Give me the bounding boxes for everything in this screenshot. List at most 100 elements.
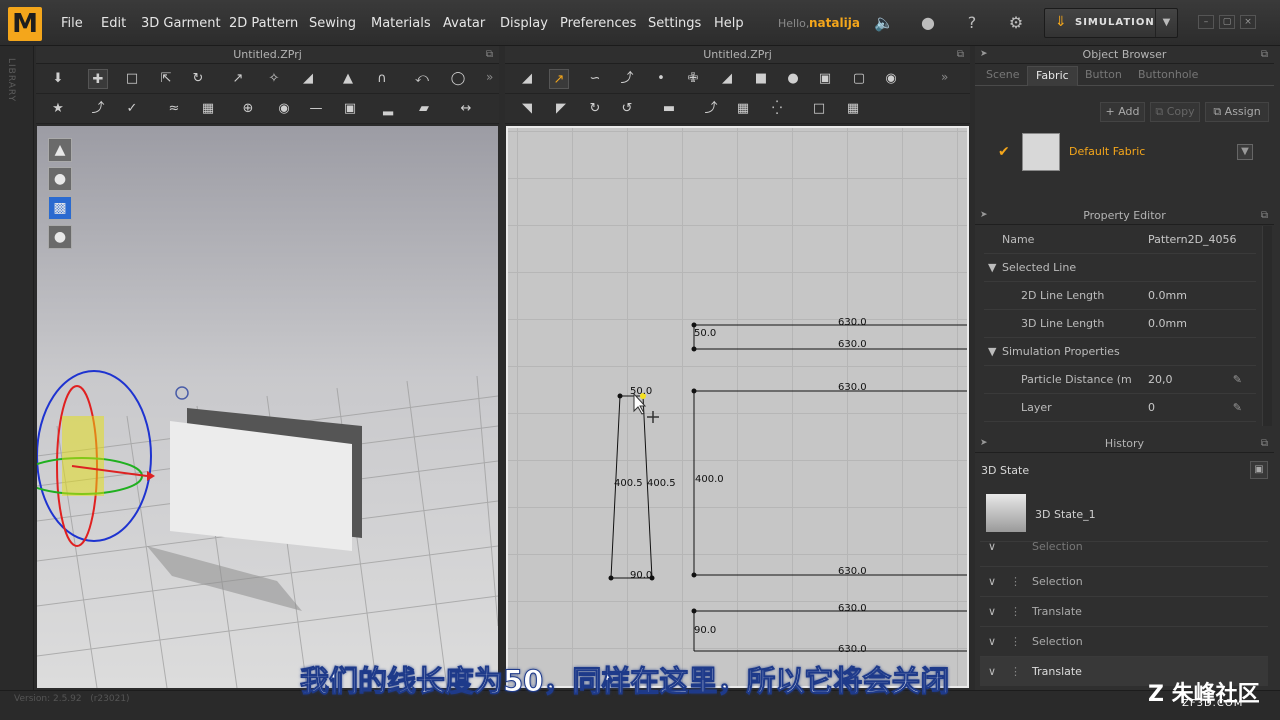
assign-button[interactable]: ⧉ Assign: [1205, 102, 1269, 122]
plane-icon[interactable]: ▰: [414, 99, 434, 119]
library-strip[interactable]: [0, 46, 34, 690]
circle-icon[interactable]: ●: [783, 69, 803, 89]
shirt-icon[interactable]: ▲: [338, 69, 358, 89]
history-row[interactable]: ∨ ⋮ Selection: [980, 566, 1268, 596]
dart-icon[interactable]: ◥: [517, 99, 537, 119]
add-button[interactable]: + Add: [1100, 102, 1145, 122]
dock-arrow-icon[interactable]: ➤: [980, 435, 988, 452]
flatten-icon[interactable]: ▂: [378, 99, 398, 119]
fabric-name[interactable]: Default Fabric: [1069, 145, 1145, 158]
history-row-partial[interactable]: ∨ Selection: [980, 541, 1268, 555]
prop-value[interactable]: 20,0: [1148, 366, 1173, 394]
help-icon[interactable]: ?: [962, 13, 982, 33]
history-camera-icon[interactable]: ▣: [1250, 461, 1268, 479]
user-icon[interactable]: ●: [918, 13, 938, 33]
tab-button[interactable]: Button: [1077, 66, 1130, 86]
tab-scene[interactable]: Scene: [978, 66, 1028, 86]
avatar-pose-icon[interactable]: ★: [48, 99, 68, 119]
tack-icon[interactable]: ✓: [122, 99, 142, 119]
menu-settings[interactable]: Settings: [648, 16, 701, 31]
menu-display[interactable]: Display: [500, 16, 548, 31]
segment-sewing-icon[interactable]: ↻: [585, 99, 605, 119]
chevron-down-icon[interactable]: ▼: [1155, 9, 1177, 37]
history-state-item[interactable]: 3D State_1: [1035, 508, 1096, 521]
menu-preferences[interactable]: Preferences: [560, 16, 636, 31]
section-toggle-icon[interactable]: ▼: [988, 338, 996, 366]
menu-file[interactable]: File: [61, 16, 83, 31]
fabric-display-icon[interactable]: ▩: [48, 196, 72, 220]
garment-display-icon[interactable]: ▲: [48, 138, 72, 162]
history-row[interactable]: ∨ ⋮ Selection: [980, 626, 1268, 656]
prop-value[interactable]: 0: [1148, 394, 1155, 422]
internal-polygon-icon[interactable]: ▣: [815, 69, 835, 89]
pin-tool-icon[interactable]: ⤴: [88, 99, 108, 119]
garment-icon[interactable]: ◢: [298, 69, 318, 89]
menu-avatar[interactable]: Avatar: [443, 16, 485, 31]
gizmo-plane[interactable]: [62, 416, 104, 496]
pin-icon[interactable]: ⧉: [1261, 46, 1268, 63]
pants-icon[interactable]: ∩: [372, 69, 392, 89]
edit-line-icon[interactable]: ↗: [549, 69, 569, 89]
menu-edit[interactable]: Edit: [101, 16, 126, 31]
line-tool-icon[interactable]: ↗: [228, 69, 248, 89]
steam-icon[interactable]: ≈: [164, 99, 184, 119]
button-icon[interactable]: ⊕: [238, 99, 258, 119]
more-icon[interactable]: »: [486, 70, 493, 84]
section-simulation-properties[interactable]: ▼ Simulation Properties: [984, 338, 1256, 366]
trace-icon[interactable]: ▬: [659, 99, 679, 119]
copy-button[interactable]: ⧉ Copy: [1150, 102, 1200, 122]
dock-arrow-icon[interactable]: ➤: [980, 46, 988, 63]
select-all-icon[interactable]: ▦: [843, 99, 863, 119]
avatar-hide-icon[interactable]: ●: [48, 225, 72, 249]
close-button[interactable]: ×: [1240, 15, 1256, 29]
internal-circle-icon[interactable]: ◉: [881, 69, 901, 89]
prop-value[interactable]: Pattern2D_4056: [1148, 226, 1237, 254]
fabric-menu-icon[interactable]: ▼: [1237, 144, 1253, 160]
menu-help[interactable]: Help: [714, 16, 744, 31]
username[interactable]: natalija: [809, 16, 860, 30]
transform-pattern-icon[interactable]: ◢: [517, 69, 537, 89]
pin-icon[interactable]: ⧉: [486, 46, 493, 63]
dock-arrow-icon[interactable]: ➤: [980, 207, 988, 224]
section-selected-line[interactable]: ▼ Selected Line: [984, 254, 1256, 282]
transform-icon[interactable]: ⇱: [156, 69, 176, 89]
viewport-2d[interactable]: 630.0 50.0 630.0 630.0 400.0 630.0 630.0…: [506, 126, 969, 688]
select-move-icon[interactable]: ✚: [88, 69, 108, 89]
arrange-icon[interactable]: ↔: [456, 99, 476, 119]
prop-value[interactable]: 0.0mm: [1148, 282, 1187, 310]
avatar-display-icon[interactable]: ●: [48, 167, 72, 191]
menu-sewing[interactable]: Sewing: [309, 16, 356, 31]
edit-icon[interactable]: ✎: [1233, 366, 1242, 394]
texture-icon[interactable]: ▦: [733, 99, 753, 119]
layer-icon[interactable]: ▣: [340, 99, 360, 119]
internal-rect-icon[interactable]: ▢: [849, 69, 869, 89]
buttonhole-icon[interactable]: ◉: [274, 99, 294, 119]
rectangle-icon[interactable]: ■: [751, 69, 771, 89]
edit-curvature-icon[interactable]: ⤴: [617, 69, 637, 89]
pin-icon[interactable]: ⧉: [1261, 435, 1268, 452]
speaker-icon[interactable]: 🔈: [874, 13, 894, 33]
fabric-swatch[interactable]: [1022, 133, 1060, 171]
community-icon[interactable]: ⚙: [1006, 13, 1026, 33]
menu-3d-garment[interactable]: 3D Garment: [141, 16, 221, 31]
menu-2d-pattern[interactable]: 2D Pattern: [229, 16, 298, 31]
minimize-button[interactable]: –: [1198, 15, 1214, 29]
pin-icon[interactable]: ⧉: [1261, 207, 1268, 224]
library-label[interactable]: LIBRARY: [6, 58, 16, 102]
move-down-icon[interactable]: ⬇: [48, 69, 68, 89]
section-toggle-icon[interactable]: ▼: [988, 254, 996, 282]
tab-fabric[interactable]: Fabric: [1027, 66, 1078, 86]
curve-point-icon[interactable]: ∽: [585, 69, 605, 89]
grid-icon[interactable]: ▦: [198, 99, 218, 119]
lasso-icon[interactable]: ◯: [448, 69, 468, 89]
property-scrollbar[interactable]: [1262, 226, 1272, 426]
rotate-icon[interactable]: ↻: [188, 69, 208, 89]
pin-icon[interactable]: ⧉: [957, 46, 964, 63]
maximize-button[interactable]: ▢: [1219, 15, 1235, 29]
more-icon[interactable]: »: [941, 70, 948, 84]
polygon-icon[interactable]: ◢: [717, 69, 737, 89]
measure-icon[interactable]: —: [306, 99, 326, 119]
prop-value[interactable]: 0.0mm: [1148, 310, 1187, 338]
seam-allowance-icon[interactable]: ◤: [551, 99, 571, 119]
state-thumbnail[interactable]: [986, 494, 1026, 532]
